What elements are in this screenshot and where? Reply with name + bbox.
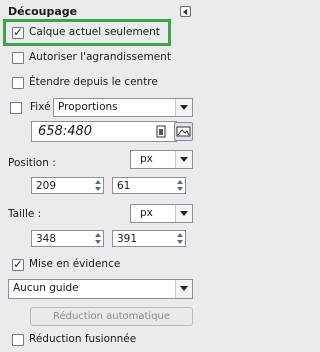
- landscape-icon[interactable]: [174, 122, 193, 141]
- size-height-value: 391: [117, 233, 138, 245]
- spin-arrows-icon[interactable]: [94, 179, 102, 192]
- merged-shrink-checkbox[interactable]: [12, 334, 24, 346]
- size-height-input[interactable]: 391: [112, 230, 186, 247]
- ratio-value: 658:480: [38, 124, 93, 139]
- merged-shrink-label: Réduction fusionnée: [29, 333, 137, 345]
- panel-title: Découpage: [8, 5, 78, 18]
- size-width-input[interactable]: 348: [31, 230, 104, 247]
- size-unit-select[interactable]: px: [130, 204, 193, 223]
- position-unit-value: px: [140, 153, 153, 165]
- chevron-down-icon[interactable]: [175, 205, 192, 222]
- expand-from-center-checkbox[interactable]: [12, 77, 24, 89]
- position-unit-select[interactable]: px: [130, 150, 193, 169]
- fixed-mode-select[interactable]: Proportions: [53, 98, 193, 117]
- chevron-down-icon[interactable]: [175, 99, 192, 116]
- fixed-mode-value: Proportions: [58, 101, 118, 113]
- fixed-checkbox[interactable]: [10, 102, 22, 114]
- position-x-value: 209: [36, 180, 57, 192]
- highlight-checkbox[interactable]: [12, 257, 24, 271]
- chevron-down-icon[interactable]: [175, 151, 192, 168]
- spin-arrows-icon[interactable]: [94, 232, 102, 245]
- current-layer-only-checkbox[interactable]: [12, 25, 24, 39]
- spin-arrows-icon[interactable]: [176, 179, 184, 192]
- position-y-value: 61: [117, 180, 131, 192]
- expand-from-center-label: Étendre depuis le centre: [29, 76, 158, 88]
- allow-growing-label: Autoriser l'agrandissement: [29, 51, 171, 63]
- position-x-input[interactable]: 209: [31, 177, 104, 194]
- current-layer-only-label: Calque actuel seulement: [29, 26, 160, 38]
- spin-arrows-icon[interactable]: [176, 232, 184, 245]
- allow-growing-checkbox[interactable]: [12, 52, 24, 64]
- chevron-down-icon[interactable]: [175, 280, 192, 298]
- guides-value: Aucun guide: [13, 282, 79, 294]
- size-width-value: 348: [36, 233, 57, 245]
- auto-shrink-button[interactable]: Réduction automatique: [30, 307, 193, 326]
- position-y-input[interactable]: 61: [112, 177, 186, 194]
- highlight-label: Mise en évidence: [29, 258, 121, 270]
- size-unit-value: px: [140, 207, 153, 219]
- guides-select[interactable]: Aucun guide: [8, 279, 193, 299]
- position-label: Position :: [8, 157, 56, 169]
- size-label: Taille :: [8, 208, 42, 220]
- portrait-icon[interactable]: [153, 123, 169, 140]
- collapse-icon[interactable]: [180, 6, 191, 17]
